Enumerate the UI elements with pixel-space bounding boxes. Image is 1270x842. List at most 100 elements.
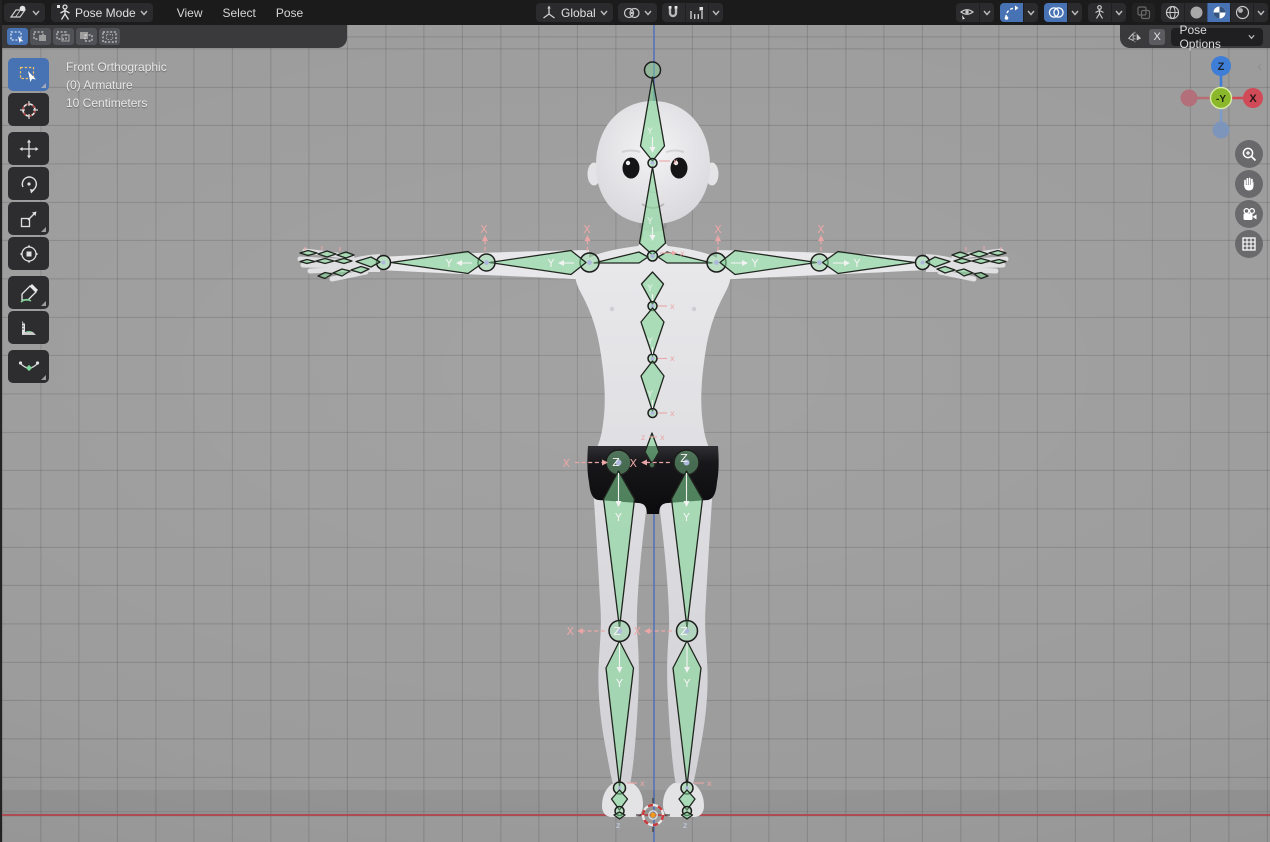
- snapping-group: [662, 3, 723, 22]
- overlays-icon: [1048, 6, 1064, 19]
- armature-display-toggle[interactable]: [1088, 3, 1111, 22]
- shading-rendered[interactable]: [1230, 3, 1253, 22]
- chevron-down-icon: [1027, 10, 1035, 16]
- xray-toggle[interactable]: [1132, 3, 1155, 22]
- world-z-axis-line: [653, 25, 655, 842]
- chevron-down-icon: [32, 10, 40, 16]
- grid-scale: 10 Centimeters: [66, 94, 167, 112]
- hand-icon: [1241, 176, 1257, 192]
- mirror-x-toggle[interactable]: X: [1149, 29, 1166, 45]
- mode-selector[interactable]: Pose Mode: [51, 3, 153, 22]
- select-mode-extend[interactable]: [30, 28, 51, 45]
- chevron-down-icon: [712, 10, 720, 16]
- material-sphere-icon: [1212, 5, 1227, 20]
- tool-expand-indicator: [41, 375, 46, 380]
- overlays-chevron[interactable]: [1067, 3, 1082, 22]
- pose-display-group: [1088, 3, 1126, 22]
- pivot-point-dropdown[interactable]: [618, 3, 657, 22]
- camera-icon: [1241, 207, 1258, 222]
- wireframe-sphere-icon: [1165, 5, 1180, 20]
- editor-type-icon: [9, 5, 28, 20]
- pose-options-dropdown[interactable]: Pose Options: [1171, 28, 1263, 46]
- tool-measure[interactable]: [8, 311, 49, 344]
- mode-label: Pose Mode: [75, 6, 136, 20]
- grid-subline: [0, 811, 1270, 812]
- breakdowner-tool-icon: [18, 359, 40, 375]
- menu-view[interactable]: View: [167, 6, 213, 20]
- chevron-down-icon: [1248, 34, 1255, 40]
- orientation-label: Global: [561, 6, 596, 20]
- menu-pose[interactable]: Pose: [266, 6, 313, 20]
- tool-annotate[interactable]: [8, 276, 49, 309]
- tool-move[interactable]: [8, 132, 49, 165]
- tool-pose-breakdowner[interactable]: [8, 350, 49, 383]
- eye-cursor-icon: [959, 6, 976, 20]
- orientation-axes-icon: [541, 5, 557, 20]
- tool-settings-right: X Pose Options: [1120, 25, 1270, 48]
- scale-tool-icon: [19, 209, 39, 229]
- snap-toggle[interactable]: [662, 3, 685, 22]
- pan-button[interactable]: [1235, 170, 1263, 198]
- shading-wireframe[interactable]: [1161, 3, 1184, 22]
- chevron-down-icon: [1257, 10, 1265, 16]
- chevron-down-icon: [1115, 10, 1123, 16]
- tool-scale[interactable]: [8, 202, 49, 235]
- gizmo-z-label: Z: [1218, 61, 1225, 73]
- editor-type-button[interactable]: [4, 3, 45, 22]
- toolbar: [8, 58, 49, 383]
- object-visibility-dropdown[interactable]: [956, 3, 979, 22]
- select-mode-intersect[interactable]: [99, 28, 120, 45]
- zoom-button[interactable]: [1235, 140, 1263, 168]
- sidebar-collapse-chevron[interactable]: ‹: [1257, 58, 1262, 75]
- shading-material-preview[interactable]: [1207, 3, 1230, 22]
- camera-view-button[interactable]: [1235, 200, 1263, 228]
- tool-rotate[interactable]: [8, 167, 49, 200]
- cursor-tool-icon: [19, 100, 39, 120]
- shading-group: [1161, 3, 1268, 22]
- chevron-down-icon: [600, 10, 608, 16]
- tool-select-box[interactable]: [8, 58, 49, 91]
- select-box-tool-icon: [19, 66, 39, 84]
- grid-icon: [1241, 236, 1257, 252]
- armature-display-chevron[interactable]: [1111, 3, 1126, 22]
- magnet-icon: [666, 5, 680, 20]
- select-invert-icon: [79, 31, 94, 43]
- navigation-gizmo[interactable]: Z X -Y: [1178, 52, 1268, 149]
- select-mode-invert[interactable]: [76, 28, 97, 45]
- transform-orientation-dropdown[interactable]: Global: [536, 3, 613, 22]
- mirror-x-label: X: [1153, 31, 1160, 43]
- gizmo-neg-y-label: -Y: [1216, 94, 1226, 105]
- pivot-icon: [623, 6, 640, 20]
- shading-solid[interactable]: [1184, 3, 1207, 22]
- snap-dropdown[interactable]: [708, 3, 723, 22]
- gizmo-axis-neg-x[interactable]: [1181, 90, 1198, 107]
- transform-tool-icon: [19, 244, 39, 264]
- show-overlays-toggle[interactable]: [1044, 3, 1067, 22]
- select-mode-subtract[interactable]: [53, 28, 74, 45]
- solid-sphere-icon: [1189, 5, 1204, 20]
- viewport-header: Pose Mode View Select Pose Global: [0, 0, 1270, 25]
- ground-shade: [0, 790, 1270, 817]
- show-gizmos-toggle[interactable]: [1000, 3, 1023, 22]
- shading-chevron[interactable]: [1253, 3, 1268, 22]
- viewport-3d[interactable]: [0, 25, 1270, 842]
- select-mode-set[interactable]: [7, 28, 28, 45]
- tool-cursor[interactable]: [8, 93, 49, 126]
- select-box-icon: [10, 31, 25, 43]
- move-tool-icon: [19, 139, 39, 159]
- gizmo-x-label: X: [1249, 93, 1257, 105]
- visibility-chevron[interactable]: [979, 3, 994, 22]
- gizmos-group: [1000, 3, 1038, 22]
- tool-transform[interactable]: [8, 237, 49, 270]
- select-intersect-icon: [102, 31, 117, 43]
- tool-expand-indicator: [41, 301, 46, 306]
- chevron-down-icon: [983, 10, 991, 16]
- gizmos-chevron[interactable]: [1023, 3, 1038, 22]
- chevron-down-icon: [644, 10, 652, 16]
- ortho-perspective-button[interactable]: [1235, 230, 1263, 258]
- menu-select[interactable]: Select: [213, 6, 266, 20]
- select-subtract-icon: [56, 31, 71, 43]
- snap-target[interactable]: [685, 3, 708, 22]
- select-extend-icon: [33, 31, 48, 43]
- gizmo-axis-neg-z[interactable]: [1213, 122, 1230, 139]
